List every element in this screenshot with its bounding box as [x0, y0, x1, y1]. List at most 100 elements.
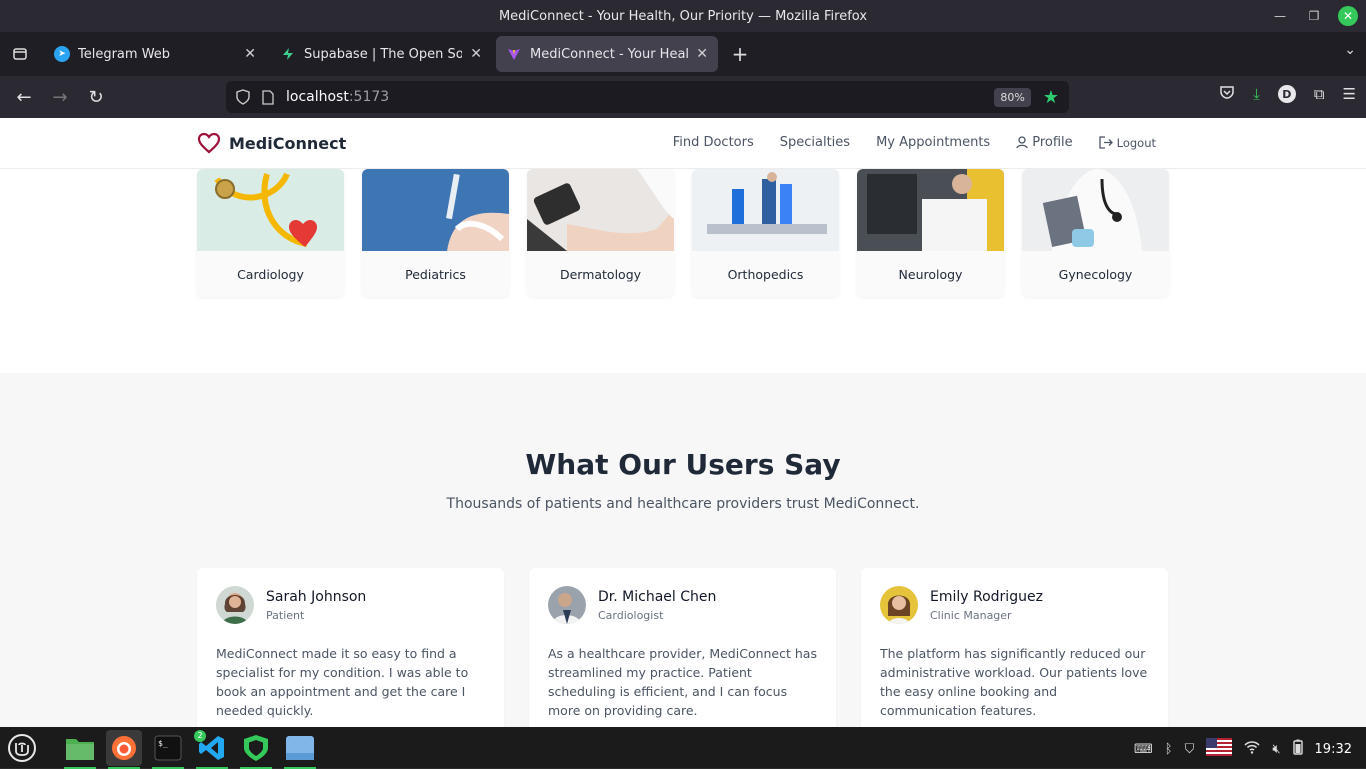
brand-logo[interactable]: MediConnect [197, 132, 346, 154]
url-bar[interactable]: localhost:5173 80% ★ [226, 81, 1069, 113]
firefox-view-icon [13, 48, 27, 60]
telegram-icon: ➤ [54, 46, 70, 62]
testimonial-name: Dr. Michael Chen [598, 588, 717, 605]
specialty-name: Cardiology [237, 266, 304, 282]
minimize-button[interactable]: — [1270, 6, 1290, 26]
logout-icon [1098, 136, 1113, 149]
start-menu-button[interactable] [4, 730, 40, 766]
menu-icon[interactable]: ☰ [1343, 85, 1356, 103]
specialty-name: Pediatrics [405, 266, 466, 282]
testimonial-cards: Sarah Johnson Patient MediConnect made i… [197, 568, 1168, 727]
specialty-name: Dermatology [559, 266, 642, 282]
volume-muted-icon[interactable]: 🔇︎ [1272, 742, 1280, 757]
specialty-card-pediatrics[interactable]: Pediatrics [362, 169, 509, 297]
back-button[interactable]: ← [6, 81, 42, 113]
specialties-grid: Cardiology Pediatrics Dermatology Orthop… [197, 169, 1169, 297]
shield-tray-icon[interactable]: ⛉ [1185, 742, 1195, 757]
testimonial-role: Cardiologist [598, 608, 664, 622]
testimonial-text: As a healthcare provider, MediConnect ha… [548, 646, 817, 718]
nav-logout-label: Logout [1116, 135, 1156, 150]
neurology-image [857, 169, 1004, 251]
taskbar-files[interactable] [62, 730, 98, 769]
firefox-view-button[interactable] [0, 32, 40, 76]
close-tab-icon[interactable]: ✕ [244, 46, 256, 62]
reload-button[interactable]: ↻ [78, 81, 114, 113]
pocket-icon[interactable] [1219, 84, 1235, 104]
brand-name: MediConnect [229, 133, 347, 153]
specialty-card-gynecology[interactable]: Gynecology [1022, 169, 1169, 297]
keyboard-icon[interactable]: ⌨ [1134, 742, 1153, 757]
url-host: localhost [286, 89, 349, 105]
taskbar-terminal[interactable]: $_ [150, 730, 186, 769]
maximize-button[interactable]: ❐ [1304, 6, 1324, 26]
testimonial-text: MediConnect made it so easy to find a sp… [216, 646, 469, 718]
terminal-icon: $_ [154, 735, 182, 760]
window-titlebar: MediConnect - Your Health, Our Priority … [0, 0, 1366, 32]
vite-icon [506, 46, 522, 62]
pediatrics-image [362, 169, 509, 251]
url-port: :5173 [348, 89, 390, 105]
nav-find-doctors[interactable]: Find Doctors [673, 135, 754, 150]
testimonial-card: Emily Rodriguez Clinic Manager The platf… [861, 568, 1168, 727]
account-avatar[interactable]: D [1277, 85, 1296, 103]
new-tab-button[interactable]: + [722, 36, 758, 72]
extensions-icon[interactable]: ⧉ [1314, 85, 1325, 103]
mint-logo-icon [8, 733, 36, 762]
battery-icon[interactable] [1292, 739, 1303, 759]
nav-my-appointments[interactable]: My Appointments [876, 135, 990, 150]
supabase-icon [280, 46, 296, 62]
specialty-name: Orthopedics [727, 266, 804, 282]
specialty-card-orthopedics[interactable]: Orthopedics [692, 169, 839, 297]
testimonial-card: Sarah Johnson Patient MediConnect made i… [197, 568, 504, 727]
testimonials-title: What Our Users Say [525, 448, 841, 481]
main-nav: Find Doctors Specialties My Appointments… [673, 135, 1156, 150]
testimonials-section: What Our Users Say Thousands of patients… [0, 373, 1366, 727]
taskbar-firefox[interactable] [106, 729, 142, 769]
firefox-icon [112, 735, 136, 760]
taskbar-vscode[interactable]: 2 [194, 729, 230, 769]
downloads-icon[interactable]: ⤓ [1253, 85, 1260, 103]
navigation-toolbar: ← → ↻ localhost:5173 80% ★ ⤓ D ⧉ ☰ [0, 76, 1366, 118]
vscode-badge: 2 [194, 729, 206, 742]
folder-icon [66, 738, 94, 760]
wifi-icon[interactable] [1244, 740, 1260, 758]
system-taskbar: $_ 2 ⌨ ᛒ ⛉ 🔇︎ 19:32 [0, 727, 1366, 769]
close-tab-icon[interactable]: ✕ [470, 46, 482, 62]
page-viewport: MediConnect Find Doctors Specialties My … [0, 118, 1366, 727]
specialty-card-neurology[interactable]: Neurology [857, 169, 1004, 297]
tab-supabase[interactable]: Supabase | The Open Source ✕ [270, 36, 492, 72]
zoom-level-button[interactable]: 80% [994, 87, 1031, 107]
testimonial-card: Dr. Michael Chen Cardiologist As a healt… [529, 568, 836, 727]
page-icon [262, 89, 274, 105]
list-all-tabs-icon[interactable]: ⌄ [1344, 42, 1356, 58]
close-tab-icon[interactable]: ✕ [696, 46, 708, 62]
testimonial-role: Clinic Manager [930, 608, 1012, 622]
gynecology-image [1022, 169, 1169, 251]
testimonials-subtitle: Thousands of patients and healthcare pro… [446, 496, 920, 512]
us-flag-icon[interactable] [1206, 738, 1233, 760]
nav-specialties[interactable]: Specialties [780, 135, 850, 150]
tab-label: Supabase | The Open Source [304, 46, 463, 62]
bookmark-star-icon[interactable]: ★ [1043, 87, 1059, 108]
bluetooth-icon[interactable]: ᛒ [1165, 742, 1173, 757]
tab-strip: ➤ Telegram Web ✕ Supabase | The Open Sou… [0, 32, 1366, 76]
clock[interactable]: 19:32 [1315, 742, 1352, 757]
tab-telegram[interactable]: ➤ Telegram Web ✕ [44, 36, 266, 72]
tab-mediconnect[interactable]: MediConnect - Your Health, ✕ [496, 36, 718, 72]
specialty-card-cardiology[interactable]: Cardiology [197, 169, 344, 297]
shield-app-icon [244, 734, 268, 761]
testimonial-name: Sarah Johnson [266, 588, 367, 605]
orthopedics-image [692, 169, 839, 251]
avatar [216, 586, 254, 624]
forward-button[interactable]: → [42, 81, 78, 113]
specialty-name: Neurology [898, 266, 963, 282]
taskbar-vpn[interactable] [238, 730, 274, 769]
specialty-card-dermatology[interactable]: Dermatology [527, 169, 674, 297]
nav-profile[interactable]: Profile [1016, 135, 1073, 150]
cardiology-image [197, 169, 344, 251]
nav-logout[interactable]: Logout [1098, 135, 1156, 150]
window-title: MediConnect - Your Health, Our Priority … [498, 8, 868, 24]
taskbar-app[interactable] [282, 730, 318, 769]
heart-icon [197, 132, 221, 154]
close-window-button[interactable]: ✕ [1338, 6, 1358, 26]
